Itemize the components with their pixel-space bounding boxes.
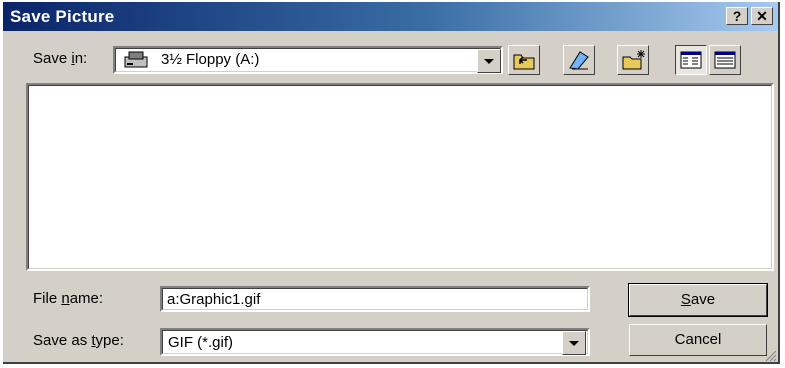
file-name-value: a:Graphic1.gif [167,291,261,308]
up-one-level-icon [512,49,536,76]
details-view-icon [714,51,736,74]
new-folder-button[interactable] [617,45,649,75]
save-as-type-dropdown-button[interactable] [562,331,586,355]
new-folder-icon [621,49,647,76]
file-name-input[interactable]: a:Graphic1.gif [160,286,590,312]
details-view-button[interactable] [709,45,741,75]
save-as-type-combobox[interactable]: GIF (*.gif) [160,328,590,356]
save-in-value: 3½ Floppy (A:) [161,51,260,68]
list-view-button[interactable] [675,45,707,75]
save-button[interactable]: Save [628,283,768,317]
up-one-level-button[interactable] [508,45,540,75]
desktop-button[interactable] [563,45,595,75]
save-as-type-label: Save as type: [33,332,124,349]
window-title: Save Picture [10,7,115,26]
title-bar[interactable]: Save Picture ? ✕ [3,2,778,31]
close-button[interactable]: ✕ [751,7,773,25]
file-list[interactable] [26,83,774,271]
desktop-icon [567,49,591,76]
help-button[interactable]: ? [726,7,748,25]
list-view-icon [680,51,702,74]
save-picture-dialog: Save Picture ? ✕ Save in: 3½ Floppy (A:) [3,2,780,364]
save-in-dropdown-button[interactable] [477,49,501,73]
save-as-type-value: GIF (*.gif) [168,334,234,351]
save-in-label: Save in: [33,50,88,67]
resize-grip-icon[interactable] [763,348,777,367]
floppy-drive-icon [123,51,151,69]
file-name-label: File name: [33,290,104,307]
save-in-combobox[interactable]: 3½ Floppy (A:) [113,46,503,74]
cancel-button[interactable]: Cancel [629,324,767,356]
